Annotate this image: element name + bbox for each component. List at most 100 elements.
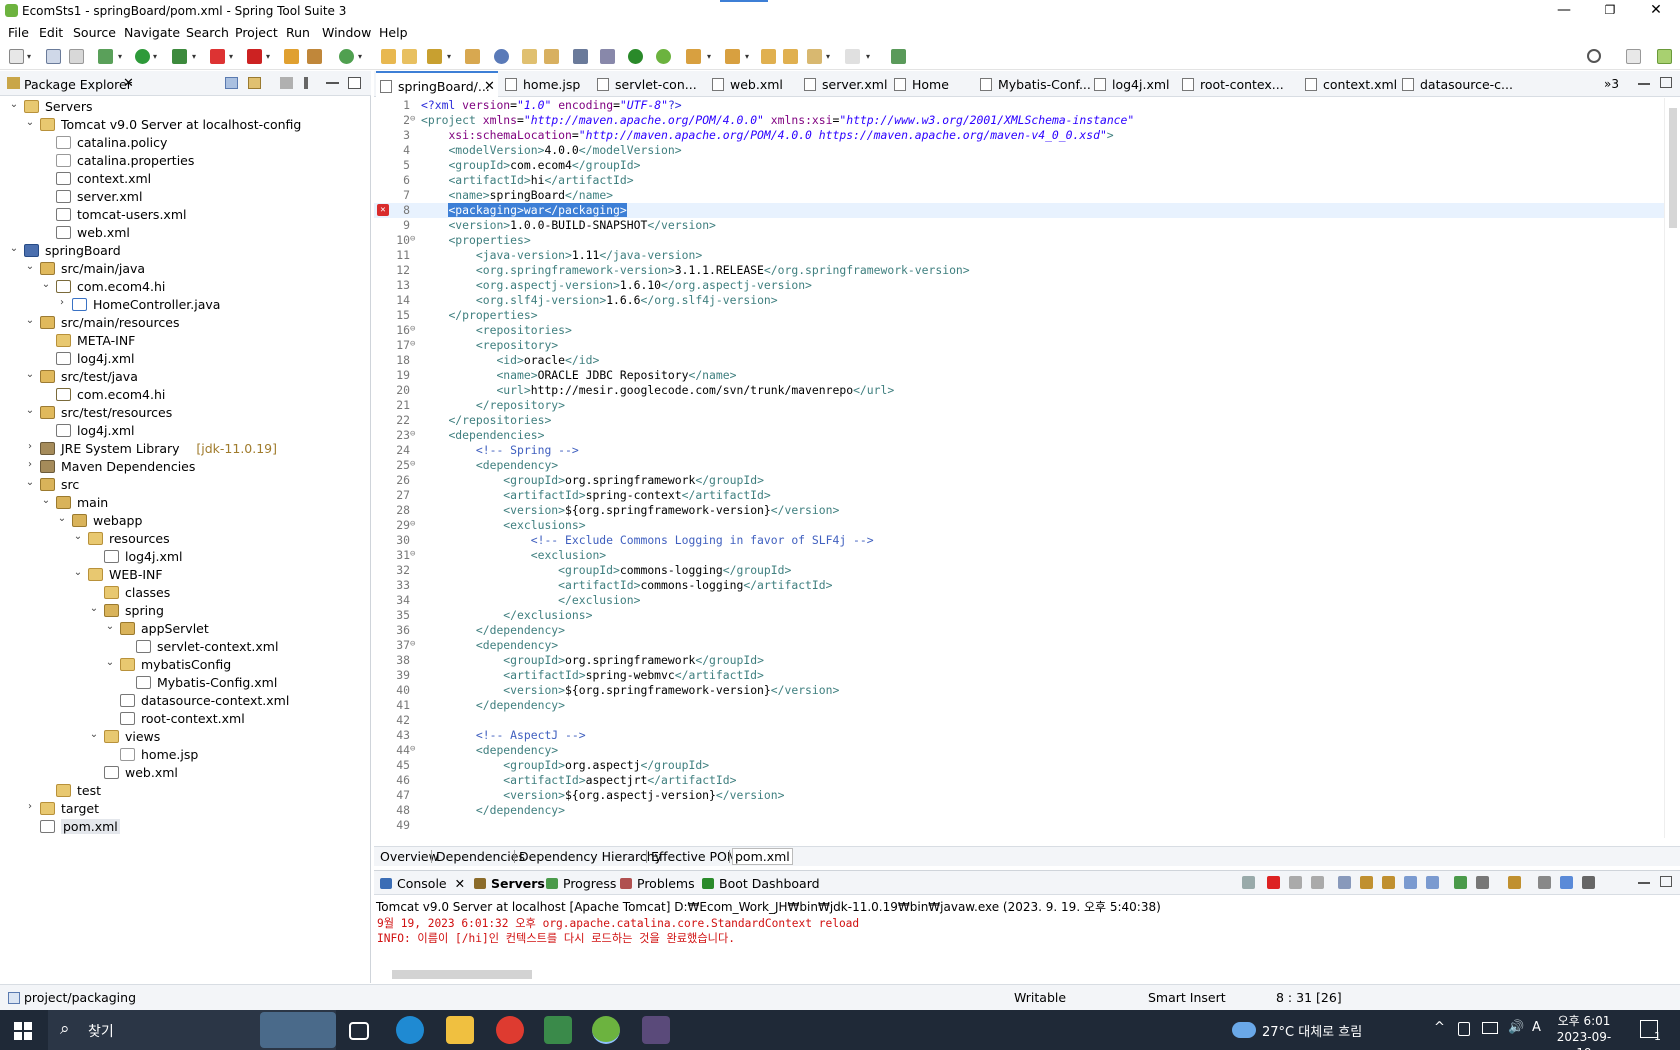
console-action-icon[interactable]: [1242, 876, 1255, 889]
code-line[interactable]: 45 <groupId>org.aspectj</groupId>: [374, 758, 1664, 773]
code-line[interactable]: 48 </dependency>: [374, 803, 1664, 818]
maximize-view-icon[interactable]: [1660, 77, 1672, 88]
chevron-right-icon[interactable]: ›: [24, 459, 36, 470]
code-line[interactable]: 20 <url>http://mesir.googlecode.com/svn/…: [374, 383, 1664, 398]
taskbar-search-box[interactable]: ⌕ 찾기: [48, 1010, 336, 1050]
console-horizontal-scrollbar[interactable]: [374, 967, 1664, 981]
code-line[interactable]: 38 <groupId>org.springframework</groupId…: [374, 653, 1664, 668]
code-line[interactable]: 44 ⊖ <dependency>: [374, 743, 1664, 758]
annotate-icon[interactable]: [522, 49, 537, 64]
console-action-icon[interactable]: [1508, 876, 1521, 889]
code-line[interactable]: 46 <artifactId>aspectjrt</artifactId>: [374, 773, 1664, 788]
forward-edit-icon[interactable]: [783, 49, 798, 64]
save-all-icon[interactable]: [69, 49, 84, 64]
ime-icon[interactable]: A: [1532, 1020, 1541, 1035]
console-action-icon[interactable]: [1267, 876, 1280, 889]
fold-toggle-icon[interactable]: ⊖: [410, 234, 415, 244]
code-line[interactable]: 28 <version>${org.springframework-versio…: [374, 503, 1664, 518]
editor-tab[interactable]: context.xml: [1301, 71, 1397, 97]
forward-icon[interactable]: [845, 49, 860, 64]
code-line[interactable]: 16 ⊖ <repositories>: [374, 323, 1664, 338]
fold-toggle-icon[interactable]: ⊖: [410, 339, 415, 349]
editor-tab[interactable]: datasource-c...: [1398, 71, 1516, 97]
minimize-button[interactable]: —: [1541, 0, 1587, 22]
code-line[interactable]: 21 </repository>: [374, 398, 1664, 413]
minimize-view-icon[interactable]: [1638, 882, 1650, 884]
app-icon[interactable]: [544, 1016, 572, 1044]
taskbar-clock[interactable]: 오후 6:01 2023-09-19: [1551, 1013, 1617, 1050]
code-line[interactable]: 43 <!-- AspectJ -->: [374, 728, 1664, 743]
code-line[interactable]: 13 <org.aspectj-version>1.6.10</org.aspe…: [374, 278, 1664, 293]
code-line[interactable]: 47 <version>${org.aspectj-version}</vers…: [374, 788, 1664, 803]
console-icon[interactable]: [573, 49, 588, 64]
fold-toggle-icon[interactable]: ⊖: [410, 744, 415, 754]
fold-toggle-icon[interactable]: ⊖: [410, 324, 415, 334]
chevron-right-icon[interactable]: ›: [56, 297, 68, 308]
edge-icon[interactable]: [396, 1016, 424, 1044]
package-icon[interactable]: [307, 49, 322, 64]
code-line[interactable]: 25 ⊖ <dependency>: [374, 458, 1664, 473]
console-view-tab[interactable]: Progress: [546, 876, 616, 891]
code-line[interactable]: 9 <version>1.0.0-BUILD-SNAPSHOT</version…: [374, 218, 1664, 233]
back-icon[interactable]: [807, 49, 822, 64]
debug-icon[interactable]: [98, 49, 113, 64]
code-line[interactable]: 19 <name>ORACLE JDBC Repository</name>: [374, 368, 1664, 383]
code-line[interactable]: 42: [374, 713, 1664, 728]
pom-editor-tab[interactable]: Dependency Hierarchy: [517, 849, 664, 864]
chevron-down-icon[interactable]: ⌄: [24, 405, 36, 416]
task-icon[interactable]: [465, 49, 480, 64]
chevron-down-icon[interactable]: ⌄: [24, 117, 36, 128]
console-action-icon[interactable]: [1426, 876, 1439, 889]
minimize-view-icon[interactable]: [326, 82, 339, 84]
console-action-icon[interactable]: [1360, 876, 1373, 889]
minimize-view-icon[interactable]: [1638, 83, 1650, 85]
console-view-tab[interactable]: Problems: [620, 876, 695, 891]
menu-file[interactable]: File: [8, 25, 29, 40]
meet-icon[interactable]: [1458, 1022, 1470, 1036]
editor-tab[interactable]: home.jsp: [501, 71, 589, 97]
save-icon[interactable]: [46, 49, 61, 64]
console-action-icon[interactable]: [1289, 876, 1302, 889]
error-marker-icon[interactable]: ✕: [377, 204, 389, 216]
pin-editor-icon[interactable]: [891, 49, 906, 64]
menu-help[interactable]: Help: [379, 25, 408, 40]
code-line[interactable]: 7 <name>springBoard</name>: [374, 188, 1664, 203]
code-line[interactable]: 8 ✕ <packaging>war</packaging>: [374, 203, 1664, 218]
console-action-icon[interactable]: [1404, 876, 1417, 889]
console-action-icon[interactable]: [1454, 876, 1467, 889]
code-line[interactable]: 49: [374, 818, 1664, 833]
editor-tab[interactable]: servlet-con...: [593, 71, 703, 97]
fold-toggle-icon[interactable]: ⊖: [410, 549, 415, 559]
menu-run[interactable]: Run: [286, 25, 310, 40]
close-icon[interactable]: ✕: [123, 76, 134, 91]
task-view-icon[interactable]: [349, 1022, 369, 1040]
console-action-icon[interactable]: [1338, 876, 1351, 889]
fold-toggle-icon[interactable]: ⊖: [410, 519, 415, 529]
menu-edit[interactable]: Edit: [39, 25, 63, 40]
code-line[interactable]: 3 xsi:schemaLocation="http://maven.apach…: [374, 128, 1664, 143]
code-line[interactable]: 39 <artifactId>spring-webmvc</artifactId…: [374, 668, 1664, 683]
code-line[interactable]: 2 ⊖ <project xmlns="http://maven.apache.or…: [374, 113, 1664, 128]
fold-toggle-icon[interactable]: ⊖: [410, 429, 415, 439]
run-external-icon[interactable]: [172, 49, 187, 64]
code-line[interactable]: 14 <org.slf4j-version>1.6.6</org.slf4j-v…: [374, 293, 1664, 308]
fold-toggle-icon[interactable]: ⊖: [410, 459, 415, 469]
chevron-down-icon[interactable]: ⌄: [40, 495, 52, 506]
terminate-icon[interactable]: [247, 49, 262, 64]
run-icon[interactable]: [135, 49, 150, 64]
game-icon[interactable]: [642, 1016, 670, 1044]
code-line[interactable]: 35 </exclusions>: [374, 608, 1664, 623]
menu-navigate[interactable]: Navigate: [124, 25, 180, 40]
collapse-all-icon[interactable]: [225, 77, 238, 89]
code-line[interactable]: 11 <java-version>1.11</java-version>: [374, 248, 1664, 263]
code-line[interactable]: 30 <!-- Exclude Commons Logging in favor…: [374, 533, 1664, 548]
volume-icon[interactable]: 🔊: [1508, 1020, 1524, 1035]
code-line[interactable]: 29 ⊖ <exclusions>: [374, 518, 1664, 533]
editor-tab[interactable]: web.xml: [708, 71, 796, 97]
console-action-icon[interactable]: [1311, 876, 1324, 889]
code-line[interactable]: 36 </dependency>: [374, 623, 1664, 638]
close-button[interactable]: ✕: [1633, 0, 1679, 22]
code-line[interactable]: 1 <?xml version="1.0" encoding="UTF-8"?>: [374, 98, 1664, 113]
chevron-down-icon[interactable]: ⌄: [24, 315, 36, 326]
last-edit-icon[interactable]: [761, 49, 776, 64]
